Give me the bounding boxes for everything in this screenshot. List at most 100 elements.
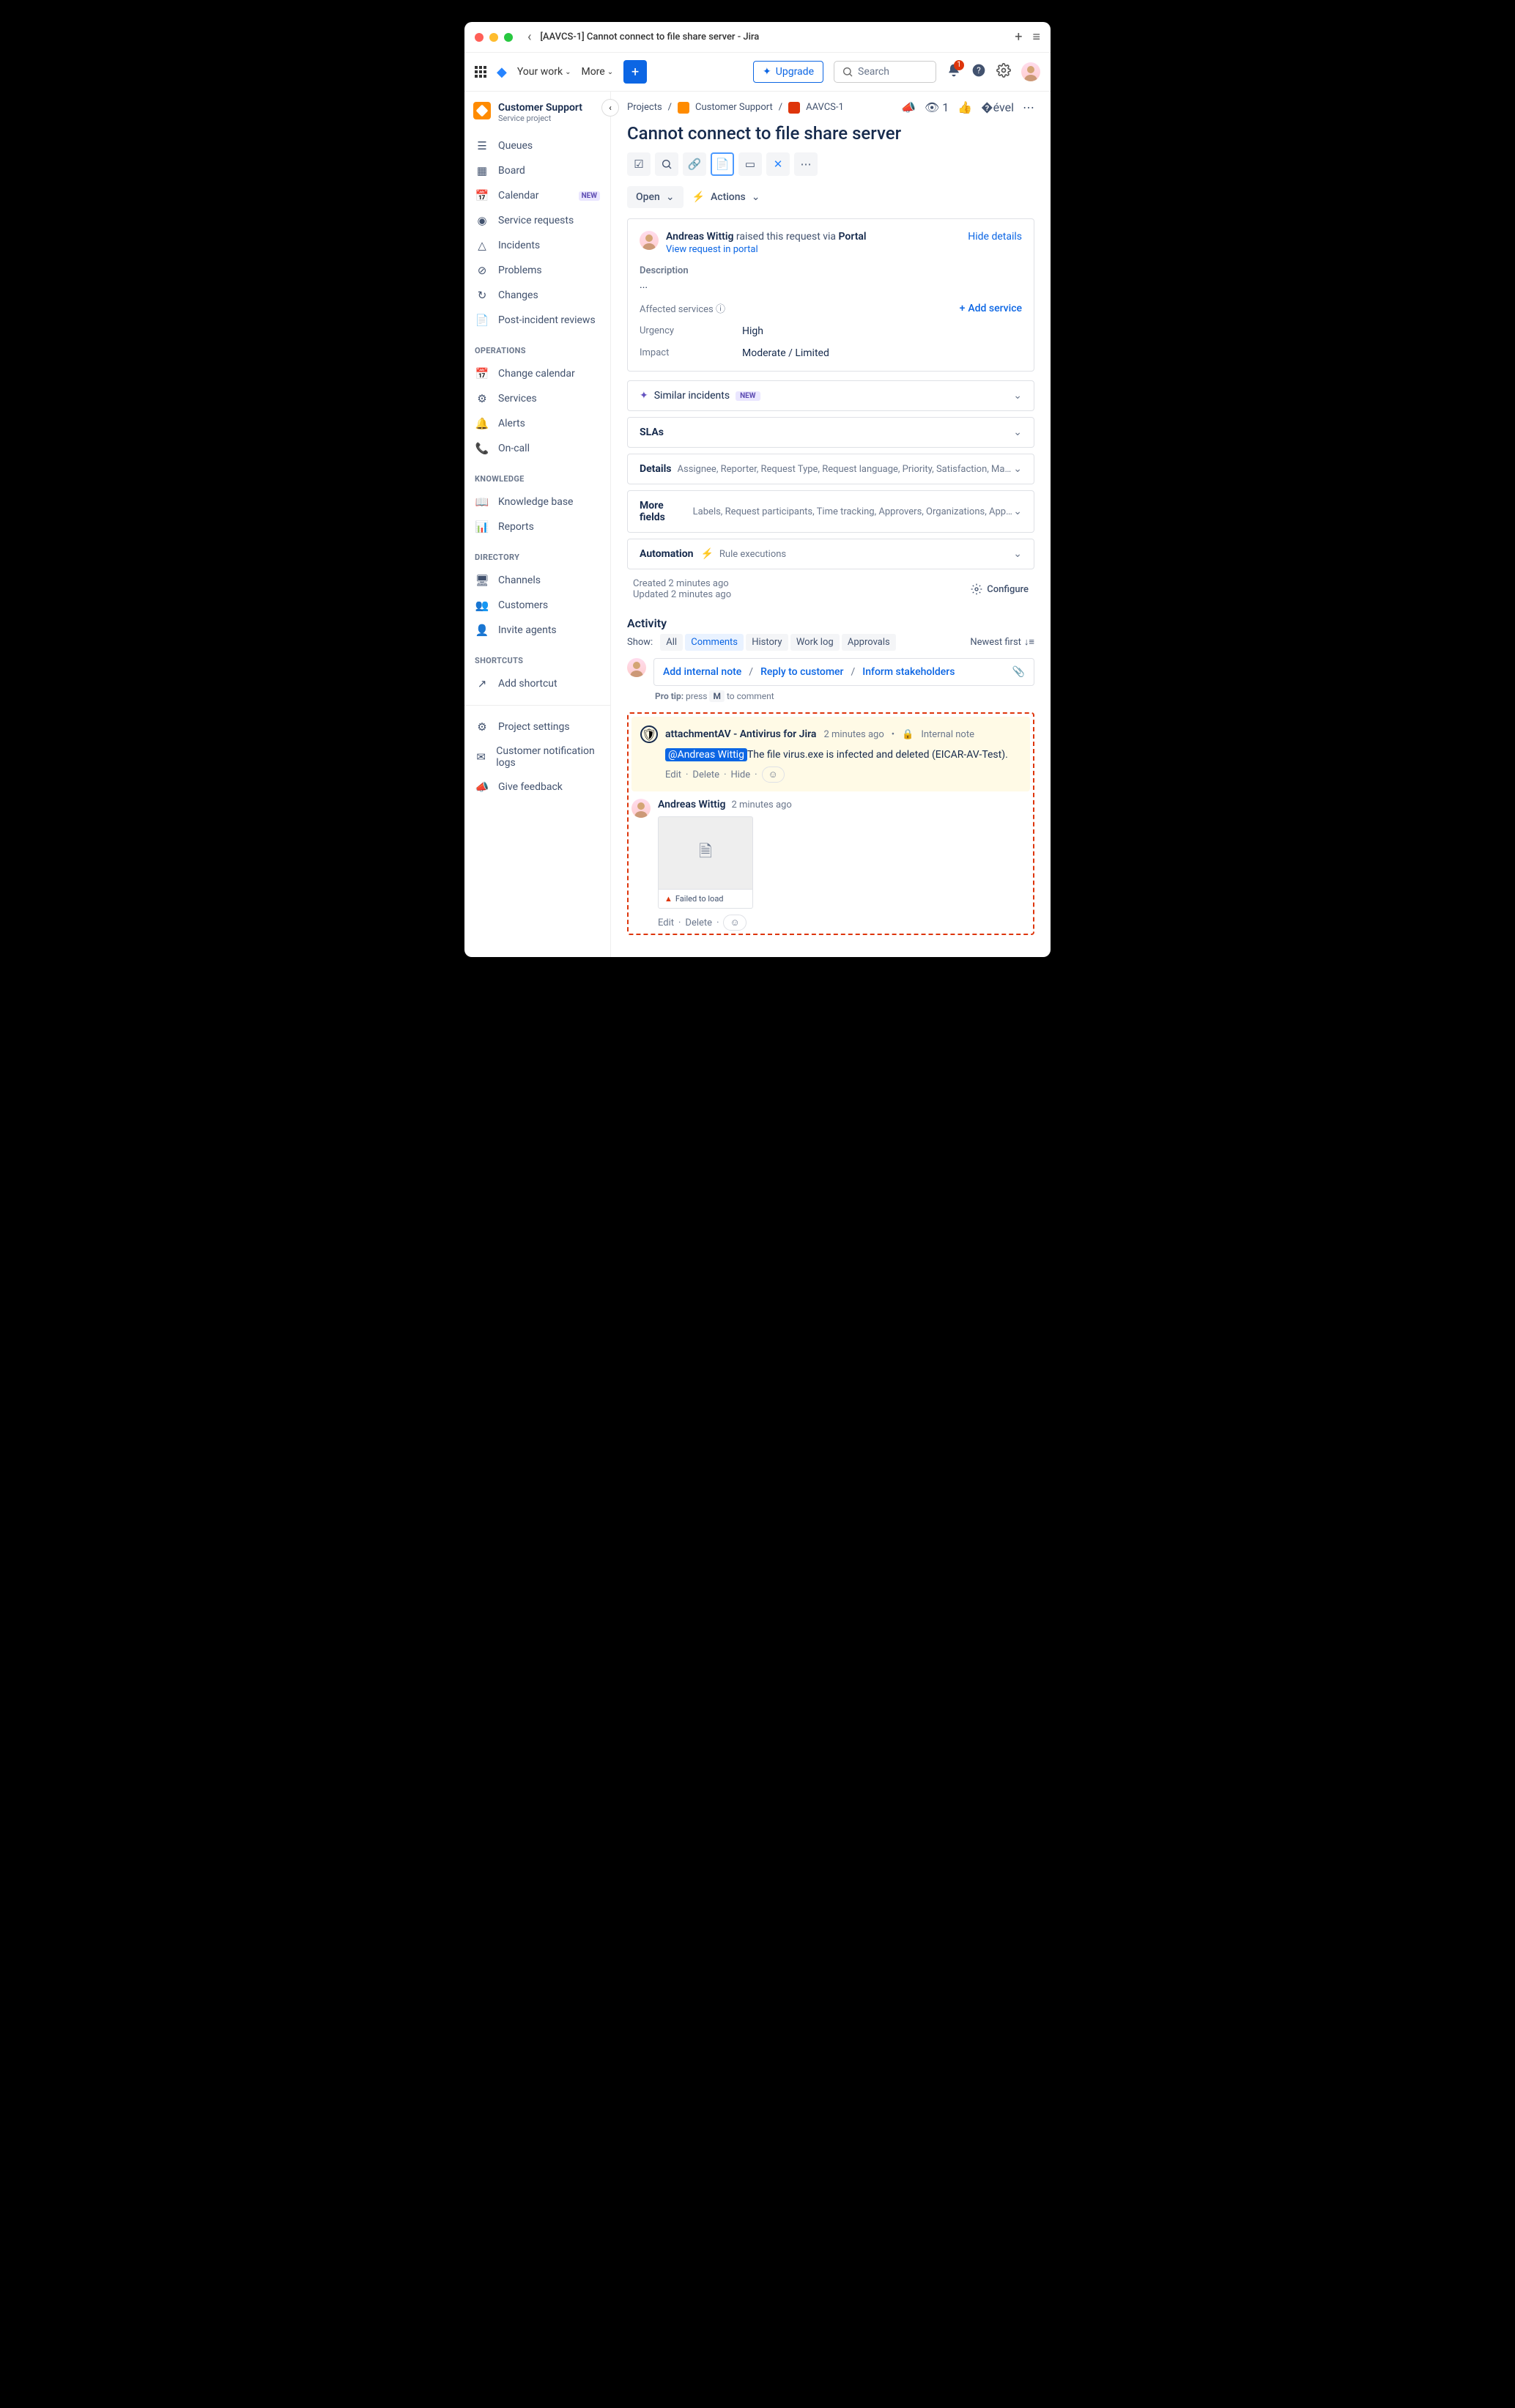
sidebar-item[interactable]: 🖥Channels [464, 568, 610, 593]
sidebar-item[interactable]: ⚙Services [464, 386, 610, 411]
slas-panel[interactable]: SLAs⌄ [627, 417, 1034, 448]
sidebar-item[interactable]: ☰Queues [464, 133, 610, 158]
close-window-icon[interactable] [475, 33, 484, 42]
automation-panel[interactable]: Automation⚡Rule executions⌄ [627, 539, 1034, 569]
nav-icon: 👥 [475, 599, 489, 612]
search-content-icon[interactable] [655, 152, 678, 176]
add-internal-note-link[interactable]: Add internal note [663, 666, 741, 678]
hide-details-link[interactable]: Hide details [968, 231, 1022, 243]
issue-title[interactable]: Cannot connect to file share server [627, 123, 1034, 144]
traffic-lights [475, 33, 513, 42]
details-panel[interactable]: DetailsAssignee, Reporter, Request Type,… [627, 454, 1034, 484]
delete-note-button[interactable]: Delete [692, 769, 719, 780]
project-icon [678, 102, 689, 114]
search-input[interactable]: Search [834, 61, 936, 83]
hide-note-button[interactable]: Hide [730, 769, 750, 780]
activity-tab[interactable]: Work log [790, 634, 840, 651]
section-operations: OPERATIONS [464, 336, 610, 358]
breadcrumb-projects[interactable]: Projects [627, 102, 662, 113]
urgency-value[interactable]: High [742, 325, 763, 337]
card-icon[interactable]: ▭ [738, 152, 762, 176]
maximize-window-icon[interactable] [504, 33, 513, 42]
more-menu[interactable]: More⌄ [581, 66, 613, 78]
add-reaction-button[interactable]: ☺ [723, 915, 746, 931]
sidebar-item[interactable]: ▦Board [464, 158, 610, 183]
page-icon[interactable]: 📄 [711, 152, 734, 176]
add-reaction-button[interactable]: ☺ [762, 767, 785, 783]
your-work-menu[interactable]: Your work⌄ [517, 66, 571, 78]
menu-icon[interactable]: ≡ [1032, 29, 1040, 45]
sidebar-item[interactable]: 👤Invite agents [464, 618, 610, 643]
breadcrumb-key[interactable]: AAVCS-1 [806, 102, 844, 113]
jira-logo-icon[interactable]: ◆ [497, 64, 507, 80]
description-label: Description [640, 265, 1022, 276]
link-icon[interactable]: 🔗 [683, 152, 706, 176]
similar-incidents-panel[interactable]: ✦ Similar incidents NEW ⌄ [627, 380, 1034, 411]
more-tools-icon[interactable]: ⋯ [794, 152, 818, 176]
more-fields-panel[interactable]: More fieldsLabels, Request participants,… [627, 490, 1034, 533]
sidebar-item[interactable]: 🔔Alerts [464, 411, 610, 436]
sidebar-item[interactable]: 📄Post-incident reviews [464, 308, 610, 333]
project-header[interactable]: Customer Support Service project [464, 97, 610, 130]
project-name: Customer Support [498, 102, 582, 114]
activity-tab[interactable]: History [746, 634, 788, 651]
app-switcher-icon[interactable] [475, 66, 486, 78]
feedback-icon[interactable]: 📣 [901, 100, 916, 114]
share-icon[interactable]: �ével [981, 100, 1014, 114]
confluence-icon[interactable]: ✕ [766, 152, 790, 176]
configure-button[interactable]: Configure [971, 578, 1029, 600]
file-icon: 🗎 [658, 816, 753, 890]
attachment-icon[interactable]: 📎 [1012, 666, 1025, 678]
settings-button[interactable] [996, 63, 1011, 81]
help-button[interactable]: ? [971, 63, 986, 81]
more-actions-icon[interactable]: ⋯ [1023, 100, 1034, 114]
sidebar-item[interactable]: △Incidents [464, 233, 610, 258]
minimize-window-icon[interactable] [489, 33, 498, 42]
user-mention[interactable]: @Andreas Wittig [665, 748, 747, 761]
sidebar-item[interactable]: 📖Knowledge base [464, 490, 610, 514]
activity-tab[interactable]: All [660, 634, 683, 651]
inform-stakeholders-link[interactable]: Inform stakeholders [862, 666, 955, 678]
sort-button[interactable]: Newest first ↓≡ [970, 636, 1034, 648]
create-button[interactable]: + [623, 60, 647, 84]
highlighted-region: 🛡 attachmentAV - Antivirus for Jira 2 mi… [627, 712, 1034, 935]
sidebar-item[interactable]: ✉Customer notification logs [464, 739, 610, 775]
impact-value[interactable]: Moderate / Limited [742, 347, 829, 359]
view-in-portal-link[interactable]: View request in portal [666, 244, 867, 255]
sidebar-item[interactable]: 📣Give feedback [464, 775, 610, 799]
watch-button[interactable]: 👁 1 [925, 100, 949, 114]
sidebar-item[interactable]: 📞On-call [464, 436, 610, 461]
activity-tab[interactable]: Comments [685, 634, 744, 651]
description-value[interactable]: ... [640, 279, 1022, 291]
activity-tab[interactable]: Approvals [842, 634, 896, 651]
status-dropdown[interactable]: Open⌄ [627, 186, 684, 208]
checklist-icon[interactable]: ☑ [627, 152, 651, 176]
new-tab-icon[interactable]: + [1015, 29, 1022, 45]
sidebar-item[interactable]: 📅CalendarNEW [464, 183, 610, 208]
upgrade-button[interactable]: ✦Upgrade [753, 61, 823, 83]
back-button[interactable]: ‹ [527, 29, 531, 45]
attachment-preview[interactable]: 🗎 ▲Failed to load [658, 816, 1030, 909]
sidebar-item[interactable]: 👥Customers [464, 593, 610, 618]
delete-comment-button[interactable]: Delete [685, 917, 712, 928]
comment-input[interactable]: Add internal note / Reply to customer / … [653, 658, 1034, 686]
actions-dropdown[interactable]: ⚡Actions⌄ [692, 191, 760, 203]
sidebar-item[interactable]: ⊘Problems [464, 258, 610, 283]
breadcrumb-project[interactable]: Customer Support [695, 102, 773, 113]
user-avatar[interactable] [1021, 62, 1040, 81]
sidebar-item[interactable]: ◉Service requests [464, 208, 610, 233]
edit-note-button[interactable]: Edit [665, 769, 681, 780]
sidebar-item[interactable]: ⚙Project settings [464, 714, 610, 739]
reply-customer-link[interactable]: Reply to customer [760, 666, 843, 678]
edit-comment-button[interactable]: Edit [658, 917, 674, 928]
collapse-sidebar-button[interactable]: ‹ [601, 99, 619, 117]
info-icon[interactable]: ⓘ [716, 304, 725, 315]
sidebar-item[interactable]: 📊Reports [464, 514, 610, 539]
vote-icon[interactable]: 👍 [957, 100, 972, 114]
notifications-button[interactable]: 1 [947, 63, 961, 81]
warning-icon: ▲ [664, 894, 673, 904]
sidebar-item[interactable]: ↻Changes [464, 283, 610, 308]
sidebar-item[interactable]: ↗Add shortcut [464, 671, 610, 696]
sidebar-item[interactable]: 📅Change calendar [464, 361, 610, 386]
add-service-button[interactable]: +Add service [960, 301, 1022, 315]
